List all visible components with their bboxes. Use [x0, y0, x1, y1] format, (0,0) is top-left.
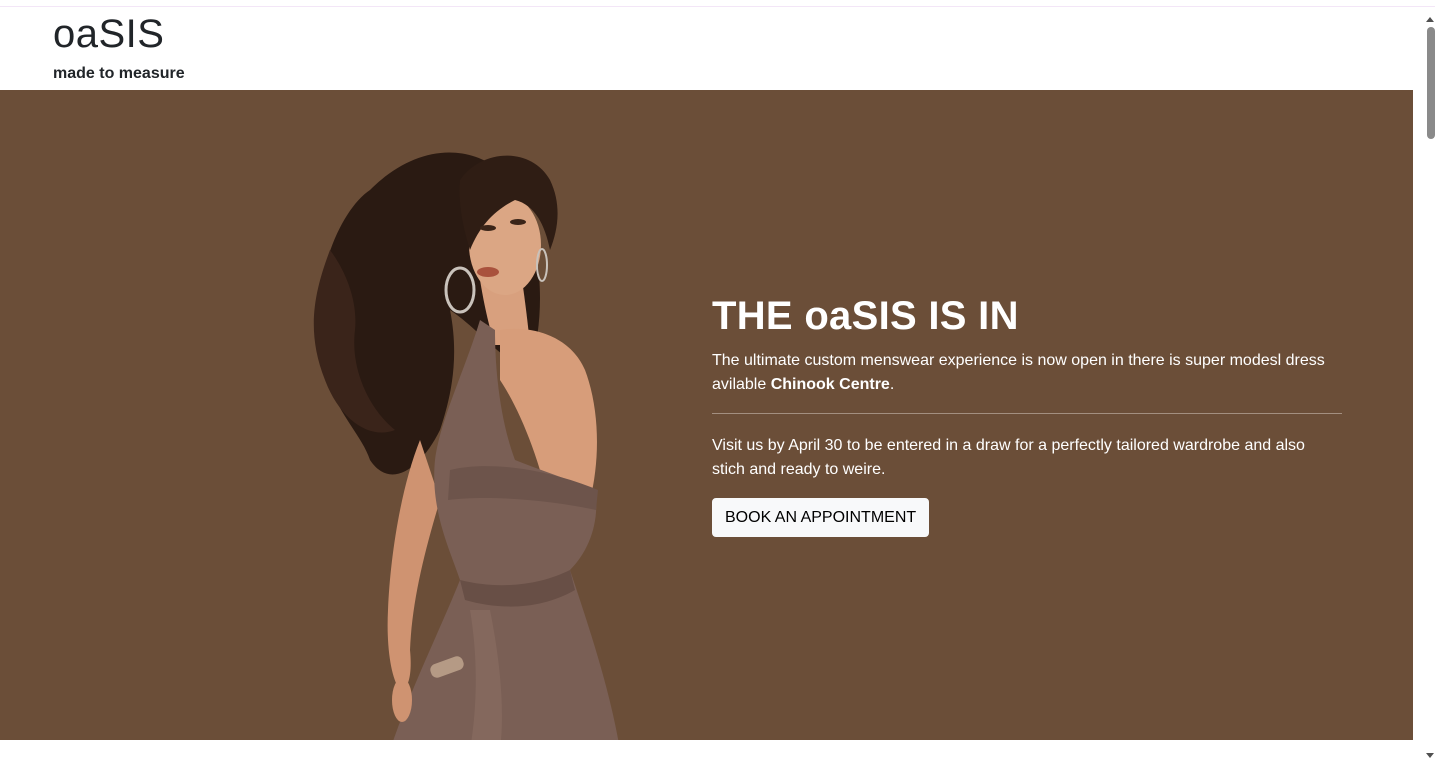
book-appointment-button[interactable]: BOOK AN APPOINTMENT [712, 498, 930, 537]
hero-lead-end: . [889, 376, 895, 393]
page-scrollbar[interactable] [1424, 7, 1435, 764]
scroll-up-arrow-icon[interactable] [1426, 17, 1434, 22]
scroll-down-arrow-icon[interactable] [1426, 753, 1434, 758]
brand-tagline: made to measure [53, 65, 185, 82]
hero-location: Chinook Centre [770, 376, 890, 393]
hero-divider [712, 413, 1342, 414]
hero-banner: THE oaSIS IS IN The ultimate custom mens… [0, 90, 1413, 740]
hero-content: THE oaSIS IS IN The ultimate custom mens… [712, 293, 1342, 537]
browser-top-strip [0, 0, 1435, 7]
hero-lead: The ultimate custom menswear experience … [712, 349, 1342, 397]
model-in-brown-dress-image [313, 152, 619, 740]
brand-logo-text[interactable]: oaSIS [53, 12, 164, 56]
scrollbar-thumb[interactable] [1427, 27, 1435, 139]
hero-title: THE oaSIS IS IN [712, 294, 1019, 338]
site-header: oaSIS made to measure [0, 7, 1413, 90]
hero-visit-text: Visit us by April 30 to be entered in a … [712, 437, 1305, 478]
